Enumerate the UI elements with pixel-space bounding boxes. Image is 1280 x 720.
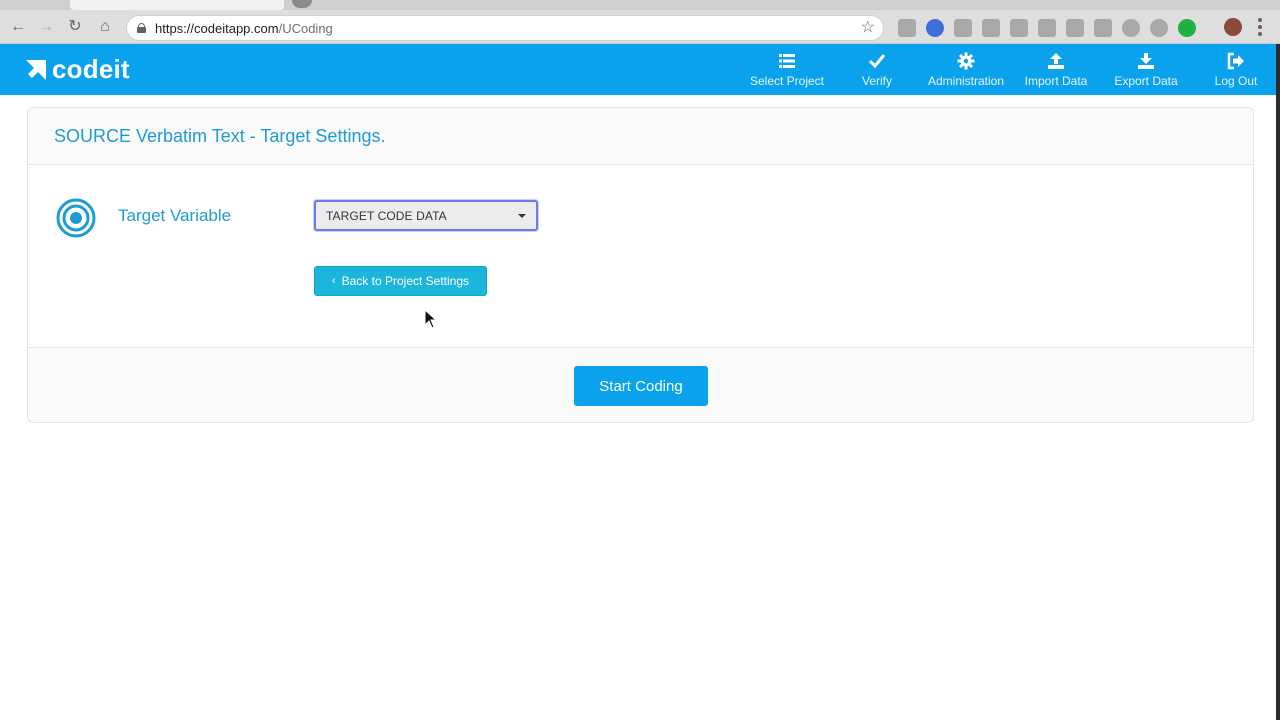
download-icon	[1138, 53, 1154, 69]
nav-verify[interactable]: Verify	[846, 44, 908, 95]
window-edge	[1276, 44, 1280, 720]
nav-export-data[interactable]: Export Data	[1108, 44, 1184, 95]
extension-circle-icon[interactable]	[1122, 19, 1140, 37]
url-path: /UCoding	[278, 21, 333, 36]
extension-gauge-icon[interactable]	[1150, 19, 1168, 37]
nav-label: Select Project	[749, 74, 825, 88]
start-button-label: Start Coding	[599, 377, 683, 395]
caret-down-icon	[518, 214, 526, 218]
list-icon	[779, 54, 795, 68]
app-header: codeit Select Project Verify Administrat…	[0, 44, 1276, 95]
page-title: SOURCE Verbatim Text - Target Settings.	[54, 126, 386, 146]
home-icon[interactable]: ⌂	[95, 17, 115, 37]
nav-administration[interactable]: Administration	[922, 44, 1010, 95]
logo-arrow-icon	[26, 58, 48, 80]
chevron-left-icon: ‹	[331, 275, 336, 287]
target-variable-label: Target Variable	[118, 206, 232, 225]
logo-text: codeit	[52, 53, 130, 84]
browser-tab[interactable]	[70, 0, 284, 10]
back-to-project-settings-button[interactable]: ‹ Back to Project Settings	[314, 266, 487, 296]
tab-strip	[0, 0, 1280, 10]
target-variable-select[interactable]: TARGET CODE DATA	[314, 200, 538, 231]
extension-drive-icon[interactable]	[982, 19, 1000, 37]
mouse-cursor-icon	[424, 309, 438, 329]
browser-toolbar: ← → ↻ ⌂ https://codeitapp.com/UCoding ☆	[0, 0, 1280, 44]
forward-arrow-icon[interactable]: →	[36, 17, 56, 37]
nav-label: Administration	[927, 74, 1005, 88]
panel-header: SOURCE Verbatim Text - Target Settings.	[28, 108, 1253, 165]
back-button-label: Back to Project Settings	[341, 274, 470, 288]
sign-out-icon	[1227, 52, 1244, 70]
extension-icons	[898, 19, 1196, 37]
url-domain: https://codeitapp.com	[155, 21, 279, 36]
upload-icon	[1048, 53, 1064, 69]
nav-label: Import Data	[1024, 74, 1088, 88]
extension-gear-icon[interactable]	[1010, 19, 1028, 37]
nav-log-out[interactable]: Log Out	[1206, 44, 1266, 95]
nav-label: Export Data	[1114, 74, 1178, 88]
target-settings-panel: SOURCE Verbatim Text - Target Settings. …	[27, 107, 1254, 423]
select-value: TARGET CODE DATA	[326, 209, 447, 223]
new-tab-button[interactable]	[292, 0, 312, 8]
nav-import-data[interactable]: Import Data	[1018, 44, 1094, 95]
extension-g-icon[interactable]	[898, 19, 916, 37]
nav-label: Log Out	[1214, 74, 1258, 88]
nav-select-project[interactable]: Select Project	[746, 44, 828, 95]
extension-n-icon[interactable]	[1066, 19, 1084, 37]
panel-footer: Start Coding	[28, 347, 1253, 422]
browser-menu-icon[interactable]	[1258, 18, 1262, 36]
address-bar[interactable]: https://codeitapp.com/UCoding ☆	[126, 15, 884, 41]
profile-avatar[interactable]	[1224, 18, 1242, 36]
nav-label: Verify	[861, 74, 892, 88]
codeit-logo[interactable]: codeit	[26, 53, 130, 85]
lock-icon[interactable]	[137, 23, 146, 33]
target-icon	[56, 198, 96, 238]
panel-body: Target Variable TARGET CODE DATA ‹ Back …	[28, 165, 1253, 347]
extension-mail-icon[interactable]	[1094, 19, 1112, 37]
extension-box-icon[interactable]	[1038, 19, 1056, 37]
check-icon	[868, 54, 886, 69]
gear-icon	[957, 52, 975, 70]
back-arrow-icon[interactable]: ←	[8, 17, 28, 37]
start-coding-button[interactable]: Start Coding	[574, 366, 708, 406]
extension-green-icon[interactable]	[1178, 19, 1196, 37]
url-text[interactable]: https://codeitapp.com/UCoding	[155, 20, 333, 37]
bookmark-star-icon[interactable]: ☆	[861, 18, 875, 38]
extension-dropbox-icon[interactable]	[954, 19, 972, 37]
extension-chrome-icon[interactable]	[926, 19, 944, 37]
reload-icon[interactable]: ↻	[65, 17, 85, 37]
